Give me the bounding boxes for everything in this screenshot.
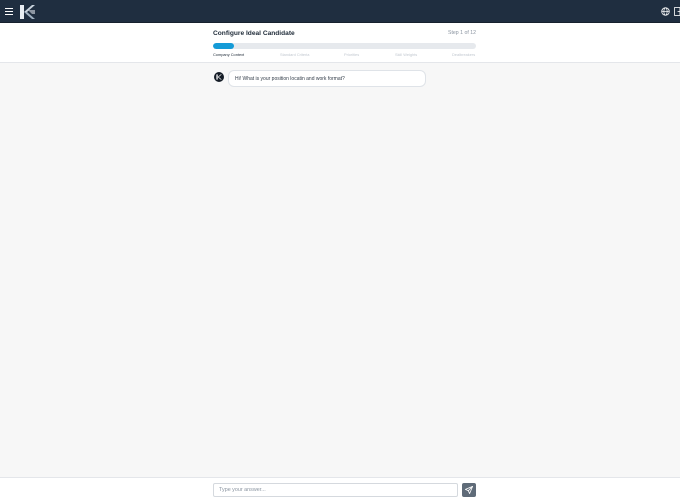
- progress-bar: [213, 43, 476, 49]
- step-label-company-context: Company Context: [213, 52, 245, 57]
- globe-icon[interactable]: [661, 7, 670, 16]
- top-bar: [0, 0, 680, 23]
- answer-footer: [0, 477, 680, 502]
- step-label-priorities: Priorities: [344, 52, 360, 57]
- bot-avatar: [214, 72, 224, 82]
- answer-input[interactable]: [213, 483, 458, 497]
- step-label-standard-criteria: Standard Criteria: [280, 52, 310, 57]
- page-title: Configure Ideal Candidate: [213, 30, 295, 37]
- k-logo[interactable]: [19, 4, 35, 20]
- bot-logo-icon: [216, 74, 222, 80]
- step-counter: Step 1 of 12: [448, 30, 476, 36]
- step-label-skill-weights: Skill Weights: [395, 52, 418, 57]
- chat-area: Hi! What is your position locatin and wo…: [0, 63, 680, 477]
- send-button[interactable]: [462, 483, 476, 497]
- bot-message-bubble: Hi! What is your position locatin and wo…: [228, 70, 426, 87]
- send-icon: [465, 486, 473, 494]
- exit-icon[interactable]: [674, 7, 680, 16]
- step-label-dealbreakers: Dealbreakers: [452, 52, 476, 57]
- hamburger-menu-icon[interactable]: [5, 8, 13, 15]
- configuration-header: Configure Ideal Candidate Step 1 of 12 C…: [0, 23, 680, 63]
- progress-bar-fill: [213, 43, 235, 49]
